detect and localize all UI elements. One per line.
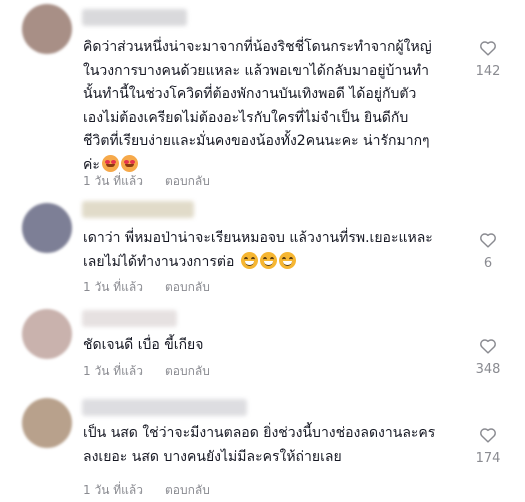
comment-meta: 1 วัน ที่แล้ว ตอบกลับ <box>83 481 210 500</box>
like-button[interactable]: 348 <box>466 338 510 377</box>
heart-outline-icon <box>480 428 496 443</box>
reply-button[interactable]: ตอบกลับ <box>165 364 210 378</box>
comment-text: คิดว่าส่วนหนึ่งน่าจะมาจากที่น้องริชชี่โด… <box>83 39 432 173</box>
comment-item: คิดว่าส่วนหนึ่งน่าจะมาจากที่น้องริชชี่โด… <box>0 0 525 195</box>
avatar[interactable] <box>22 398 72 448</box>
like-count: 348 <box>475 362 501 377</box>
grinning-face-emoji <box>240 251 258 269</box>
timestamp: 1 วัน ที่แล้ว <box>83 483 143 497</box>
like-button[interactable]: 6 <box>466 232 510 271</box>
avatar[interactable] <box>22 309 72 359</box>
like-button[interactable]: 142 <box>466 40 510 79</box>
like-button[interactable]: 174 <box>466 427 510 466</box>
like-count: 142 <box>475 64 501 79</box>
timestamp: 1 วัน ที่แล้ว <box>83 174 143 188</box>
comment-text: ชัดเจนดี เบื่อ ขี้เกียจ <box>83 337 204 353</box>
comment-meta: 1 วัน ที่แล้ว ตอบกลับ <box>83 362 210 381</box>
comment-meta: 1 วัน ที่แล้ว ตอบกลับ <box>83 278 210 297</box>
timestamp: 1 วัน ที่แล้ว <box>83 364 143 378</box>
username-blurred[interactable] <box>82 9 187 26</box>
reply-button[interactable]: ตอบกลับ <box>165 483 210 497</box>
comment-item: เดาว่า พี่หมอป่าน่าจะเรียนหมอจบ แล้วงานท… <box>0 195 525 303</box>
comment-text: เป็น นสด ใช่ว่าจะมีงานตลอด ยิ่งช่วงนี้บา… <box>83 425 436 465</box>
like-count: 174 <box>475 451 501 466</box>
comment-item: เป็น นสด ใช่ว่าจะมีงานตลอด ยิ่งช่วงนี้บา… <box>0 395 525 502</box>
love-face-emoji <box>120 154 138 172</box>
username-blurred[interactable] <box>82 310 177 327</box>
heart-outline-icon <box>480 339 496 354</box>
username-blurred[interactable] <box>82 399 247 416</box>
like-count: 6 <box>483 256 493 271</box>
love-face-emoji <box>101 154 119 172</box>
comment-text: เดาว่า พี่หมอป่าน่าจะเรียนหมอจบ แล้วงานท… <box>83 230 433 270</box>
username-blurred[interactable] <box>82 201 194 218</box>
avatar[interactable] <box>22 203 72 253</box>
reply-button[interactable]: ตอบกลับ <box>165 174 210 188</box>
comment-meta: 1 วัน ที่แล้ว ตอบกลับ <box>83 172 210 191</box>
comment-item: ชัดเจนดี เบื่อ ขี้เกียจ 1 วัน ที่แล้ว ตอบ… <box>0 303 525 395</box>
heart-outline-icon <box>480 41 496 56</box>
reply-button[interactable]: ตอบกลับ <box>165 280 210 294</box>
grinning-face-emoji <box>278 251 296 269</box>
heart-outline-icon <box>480 233 496 248</box>
timestamp: 1 วัน ที่แล้ว <box>83 280 143 294</box>
avatar[interactable] <box>22 4 72 54</box>
grinning-face-emoji <box>259 251 277 269</box>
